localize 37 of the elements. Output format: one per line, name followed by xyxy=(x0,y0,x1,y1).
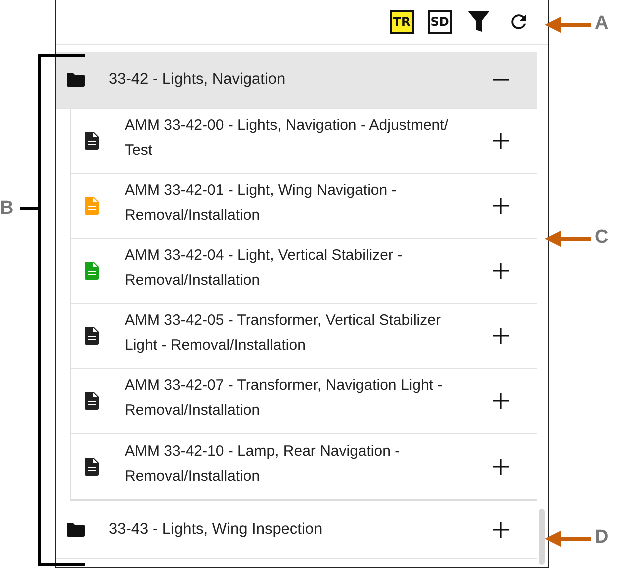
document-row[interactable]: AMM 33-42-00 - Lights, Navigation - Adjustment/ Test xyxy=(71,109,537,174)
document-title: AMM 33-42-07 - Transformer, Navigation Light - Removal/Installation xyxy=(125,376,444,421)
bracket-tick xyxy=(20,207,38,210)
folder-row[interactable]: 33-42 - Lights, Navigation xyxy=(56,52,537,109)
folder-icon xyxy=(67,522,85,536)
document-row[interactable]: AMM 33-42-01 - Light, Wing Navigation - Removal/Installation xyxy=(71,174,537,239)
callout-arrow xyxy=(545,231,591,247)
filter-icon xyxy=(467,10,491,34)
folder-title: 33-42 - Lights, Navigation xyxy=(109,71,287,89)
document-title: AMM 33-42-05 - Transformer, Vertical Stabilizer Light - Removal/Installation xyxy=(125,311,442,356)
plus-icon[interactable] xyxy=(493,522,509,538)
document-row[interactable]: AMM 33-42-07 - Transformer, Navigation Light - Removal/Installation xyxy=(71,369,537,434)
plus-icon[interactable] xyxy=(493,133,509,149)
callout-label: A xyxy=(595,13,609,35)
folder-icon xyxy=(67,73,85,87)
plus-icon[interactable] xyxy=(493,198,509,214)
scrollbar-thumb[interactable] xyxy=(539,509,545,565)
plus-icon[interactable] xyxy=(493,263,509,279)
highlighted-badge-button[interactable]: TR xyxy=(390,10,414,34)
document-title: AMM 33-42-01 - Light, Wing Navigation - Removal/Installation xyxy=(125,181,398,226)
callout-label: C xyxy=(595,227,609,249)
plus-icon[interactable] xyxy=(493,393,509,409)
folder-title: 33-43 - Lights, Wing Inspection xyxy=(109,520,324,538)
document-title: AMM 33-42-04 - Light, Vertical Stabilizer - Removal/Installation xyxy=(125,246,404,291)
badge-button[interactable]: SD xyxy=(428,10,452,34)
document-title: AMM 33-42-00 - Lights, Navigation - Adjustment/ Test xyxy=(125,116,450,161)
document-title: AMM 33-42-10 - Lamp, Rear Navigation - Removal/Installation xyxy=(125,442,402,486)
filter-button[interactable] xyxy=(466,9,492,35)
document-row[interactable]: AMM 33-42-05 - Transformer, Vertical Stabilizer Light - Removal/Installation xyxy=(71,304,537,369)
document-row[interactable]: AMM 33-42-04 - Light, Vertical Stabilizer - Removal/Installation xyxy=(71,239,537,304)
document-row[interactable]: AMM 33-42-10 - Lamp, Rear Navigation - Removal/Installation xyxy=(71,434,537,499)
callout-label: D xyxy=(595,527,609,549)
plus-icon[interactable] xyxy=(493,458,509,474)
callout-arrow xyxy=(545,17,591,33)
plus-icon[interactable] xyxy=(493,328,509,344)
callout-arrow xyxy=(545,531,591,547)
callout-label: B xyxy=(0,198,14,220)
